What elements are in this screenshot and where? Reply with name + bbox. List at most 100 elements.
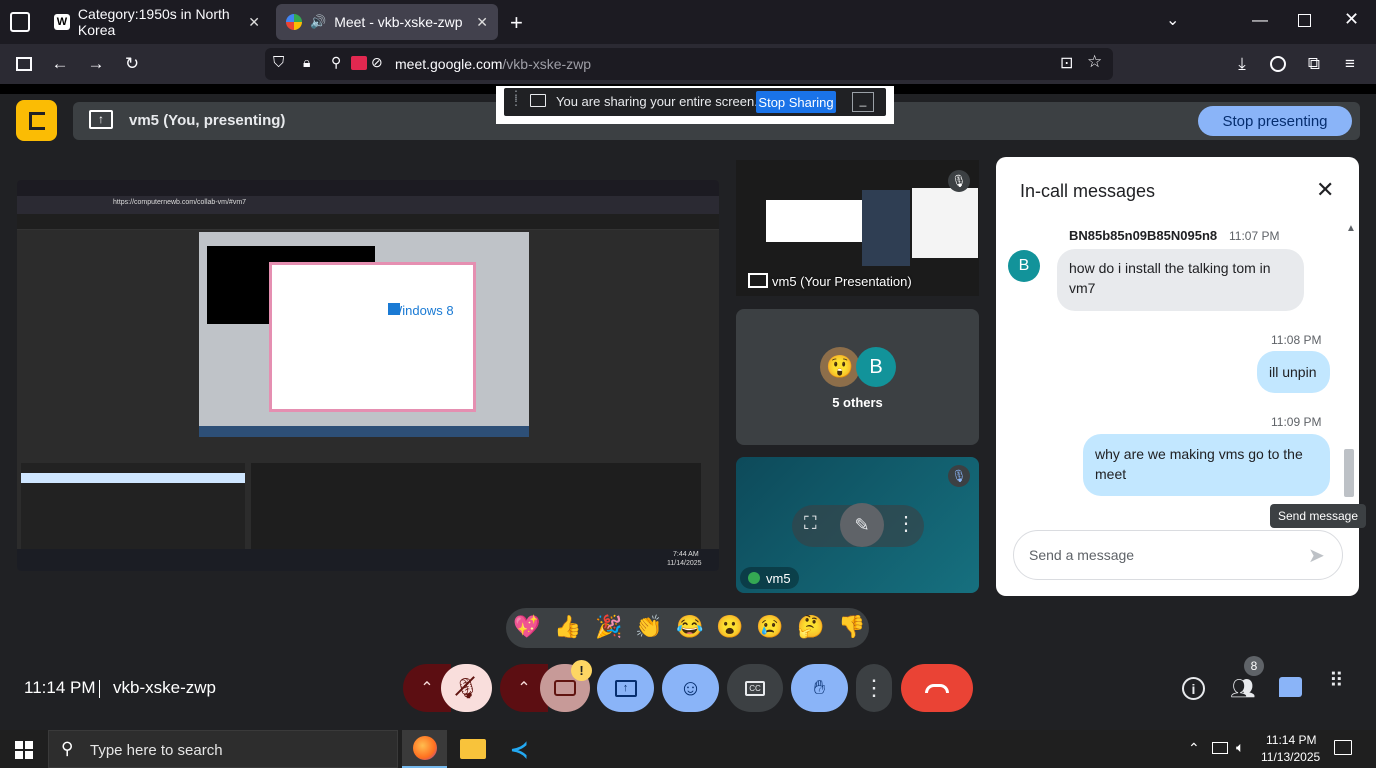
install-app-icon[interactable]: ⊡	[1060, 53, 1073, 73]
reaction-thumbs-up-button[interactable]: 👍	[554, 614, 581, 640]
start-icon[interactable]	[15, 741, 33, 759]
speaker-icon[interactable]: 🔊	[310, 14, 326, 30]
firefox-taskbar-icon[interactable]	[402, 730, 447, 768]
close-tab-icon[interactable]: ✕	[476, 14, 488, 31]
mini-collab-header	[17, 214, 719, 230]
stop-sharing-button[interactable]: Stop Sharing	[756, 91, 836, 113]
restore-icon[interactable]	[1298, 14, 1311, 27]
more-options-button[interactable]: ⋮	[856, 664, 892, 712]
camera-off-icon	[554, 680, 576, 696]
reaction-sad-button[interactable]: 😢	[756, 614, 783, 640]
more-options-icon[interactable]: ⋮	[896, 511, 916, 536]
reaction-surprised-button[interactable]: 😮	[716, 614, 743, 640]
mic-off-icon: 🎙︎	[453, 675, 480, 700]
url-bar[interactable]: ⛉ 🔒︎ ⚲ ⊘ meet.google.com/vkb-xske-zwp ⊡ …	[265, 48, 1113, 80]
others-tile[interactable]: 😲 B 5 others	[736, 309, 979, 445]
minimize-icon[interactable]: —	[1252, 12, 1268, 30]
drag-handle-icon[interactable]: ⋮ ⋮	[510, 89, 522, 107]
menu-icon[interactable]: ≡	[1338, 52, 1362, 76]
frame-icon[interactable]: ⛶	[804, 513, 817, 534]
mic-toggle-button[interactable]: 🎙︎	[441, 664, 492, 712]
taskbar-time: 11:14 PM	[1266, 733, 1317, 747]
send-icon[interactable]: ➤	[1308, 543, 1325, 568]
tab-overflow-chevron-icon[interactable]: ⌄	[1166, 10, 1179, 30]
extensions-icon[interactable]: ⧉	[1302, 52, 1326, 76]
chevron-up-icon: ⌃	[517, 680, 531, 697]
present-screen-icon: ↑	[614, 679, 637, 697]
message-text: how do i install the talking tom in vm7	[1069, 260, 1271, 296]
muted-mic-icon: 🎙︎	[948, 465, 970, 487]
meet-logo[interactable]	[16, 100, 57, 141]
people-count-badge: 8	[1244, 656, 1264, 676]
people-icon[interactable]: 👥︎	[1230, 676, 1255, 701]
sender-avatar: B	[1008, 250, 1040, 282]
hang-up-icon	[925, 683, 949, 693]
leave-call-button[interactable]	[901, 664, 973, 712]
new-tab-icon[interactable]: +	[510, 10, 523, 36]
close-chat-icon[interactable]: ✕	[1316, 177, 1334, 203]
wikipedia-favicon-icon: W	[54, 14, 70, 30]
camera-blocked-icon[interactable]: ⊘	[371, 54, 383, 71]
reload-icon[interactable]: ↻	[120, 52, 144, 76]
muted-mic-icon: 🎙︎	[948, 170, 970, 192]
file-explorer-taskbar-icon[interactable]	[460, 739, 486, 759]
activities-icon[interactable]: ⠿	[1329, 671, 1345, 691]
reaction-laugh-button[interactable]: 😂	[676, 614, 703, 640]
notifications-icon[interactable]	[1334, 740, 1352, 755]
browser-tab-bar: W Category:1950s in North Korea ✕ 🔊 Meet…	[0, 0, 1376, 44]
shield-icon[interactable]: ⛉	[273, 54, 284, 71]
scroll-up-arrow-icon[interactable]: ▲	[1346, 223, 1356, 234]
account-icon[interactable]	[1266, 52, 1290, 76]
volume-icon[interactable]: 🔈︎	[1236, 739, 1244, 756]
sender-name: BN85b85n09B85N095n8	[1069, 228, 1218, 243]
self-presentation-tile[interactable]: 🎙︎ vm5 (Your Presentation)	[736, 160, 979, 296]
mini-taskbar: 7:44 AM 11/14/2025	[17, 549, 719, 571]
network-icon[interactable]	[1212, 742, 1228, 754]
sidebar-icon[interactable]	[12, 52, 36, 76]
send-message-tooltip: Send message	[1270, 504, 1366, 528]
url-host: meet.google.com	[395, 56, 503, 72]
shared-screen-tile[interactable]: https://computernewb.com/collab-vm/#vm7 …	[17, 180, 719, 571]
permissions-icon[interactable]: ⚲	[331, 54, 341, 71]
forward-icon[interactable]: →	[84, 52, 108, 76]
self-name: vm5	[766, 570, 791, 586]
reaction-clap-button[interactable]: 👏	[635, 614, 662, 640]
tab-category-1950s[interactable]: W Category:1950s in North Korea ✕	[44, 4, 270, 40]
mini-user-list	[21, 463, 245, 551]
chat-icon[interactable]	[1279, 677, 1302, 697]
close-tab-icon[interactable]: ✕	[248, 14, 260, 31]
tray-chevron-icon[interactable]: ⌃	[1188, 740, 1200, 757]
raise-hand-button[interactable]: ✋︎	[791, 664, 848, 712]
tab-list-icon[interactable]	[10, 12, 30, 32]
lock-icon[interactable]: 🔒︎	[303, 54, 310, 71]
bookmark-star-icon[interactable]: ☆	[1087, 52, 1102, 72]
self-video-tile[interactable]: 🎙︎ ⛶ ✎ ⋮ vm5	[736, 457, 979, 593]
chat-scrollbar-thumb[interactable]	[1344, 449, 1354, 497]
captions-icon: CC	[745, 680, 765, 696]
present-now-button[interactable]: ↑	[597, 664, 654, 712]
downloads-icon[interactable]: ⤓	[1230, 52, 1254, 76]
tab-meet[interactable]: 🔊 Meet - vkb-xske-zwp ✕	[276, 4, 498, 40]
reaction-thumbs-down-button[interactable]: 👎	[838, 614, 865, 640]
self-name-badge: vm5	[740, 567, 799, 589]
hide-sharing-button[interactable]: _	[852, 92, 874, 112]
captions-button[interactable]: CC	[727, 664, 783, 712]
divider	[99, 680, 100, 698]
meeting-details-icon[interactable]: i	[1182, 677, 1205, 700]
effects-icon[interactable]: ✎	[840, 503, 884, 547]
reaction-thinking-button[interactable]: 🤔	[797, 614, 824, 640]
reaction-party-button[interactable]: 🎉	[595, 614, 622, 640]
reactions-button[interactable]: ☺	[662, 664, 719, 712]
sharing-icon	[530, 94, 546, 107]
vscode-taskbar-icon[interactable]: ≺	[510, 737, 534, 762]
screen-share-indicator-icon[interactable]	[351, 56, 367, 70]
tab-title: Category:1950s in North Korea	[77, 6, 230, 38]
back-icon[interactable]: ←	[48, 52, 72, 76]
stop-presenting-button[interactable]: Stop presenting	[1198, 106, 1352, 136]
close-window-icon[interactable]: ✕	[1344, 9, 1359, 30]
message-input[interactable]: Send a message ➤	[1013, 530, 1343, 580]
taskbar-search-box[interactable]: ⚲ Type here to search	[48, 730, 398, 768]
reaction-heart-button[interactable]: 💖	[513, 614, 540, 640]
windows-taskbar: ⚲ Type here to search ≺ ⌃ 🔈︎ 11:14 PM 11…	[0, 730, 1376, 768]
taskbar-search-placeholder: Type here to search	[90, 742, 223, 759]
